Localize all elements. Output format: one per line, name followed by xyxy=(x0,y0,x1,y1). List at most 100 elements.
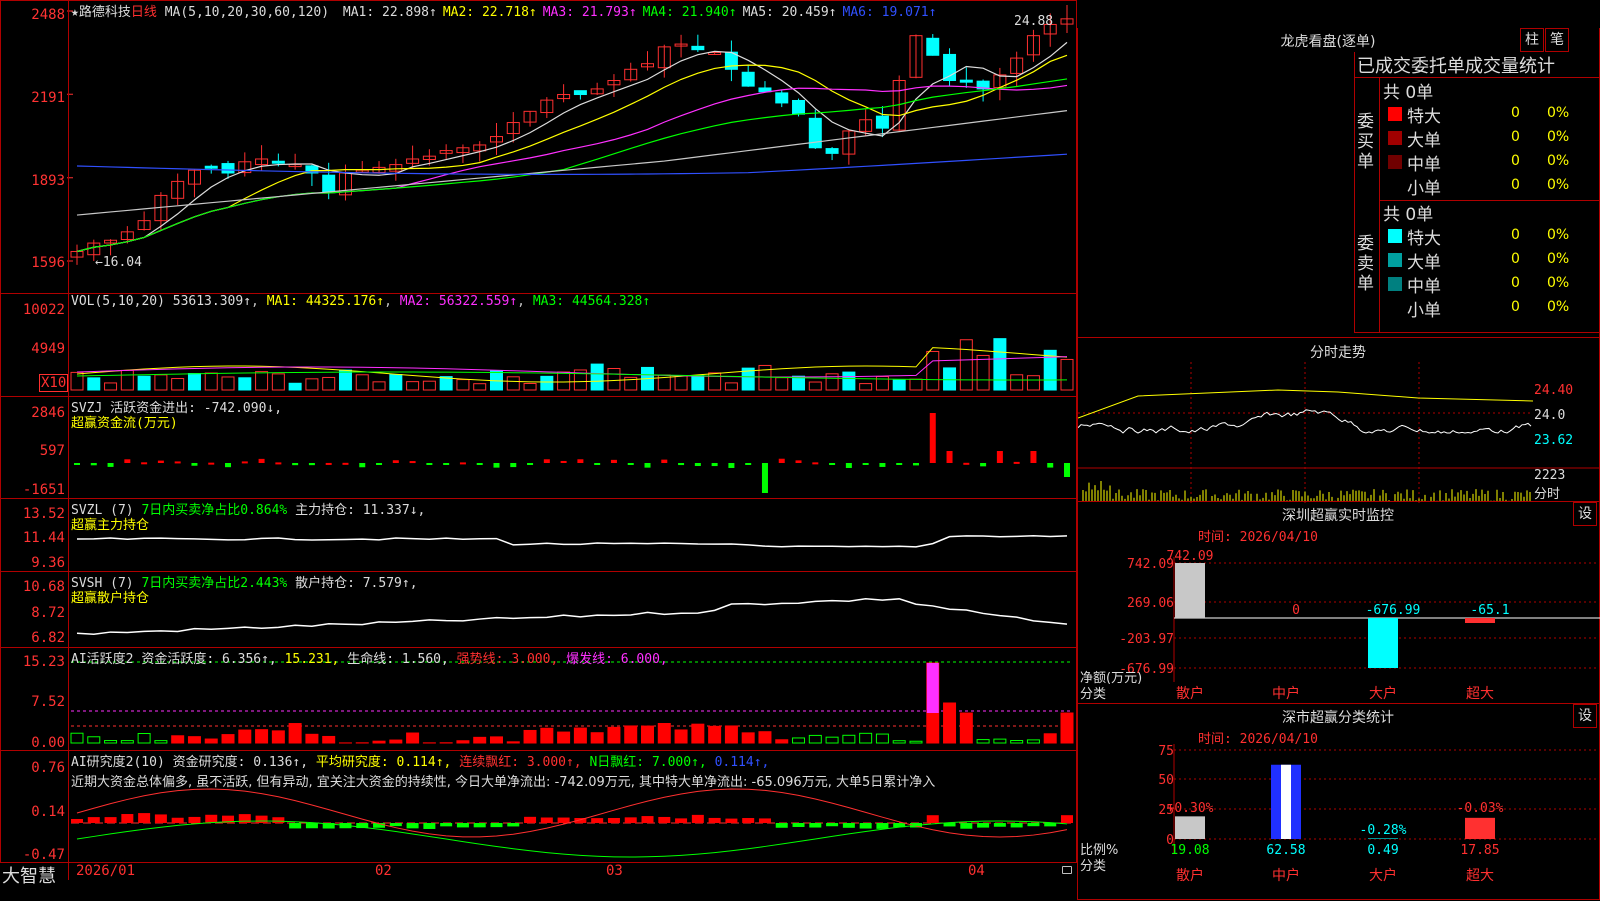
color-swatch xyxy=(1388,131,1402,145)
volume-bar xyxy=(155,375,167,390)
net-value: 0 xyxy=(1292,603,1300,618)
research-line xyxy=(77,789,1067,837)
activity-bar xyxy=(759,732,771,743)
intraday-price-label: 24.0 xyxy=(1534,408,1565,423)
vol-title: VOL(5,10,20) xyxy=(71,294,165,309)
flow-bar xyxy=(242,461,248,463)
research-bar xyxy=(524,817,536,823)
price-panel[interactable]: ★路德科技日线 MA(5,10,20,30,60,120) MA1: 22.89… xyxy=(0,0,1077,294)
flow-bar xyxy=(158,461,164,463)
intraday-panel[interactable]: 分时走势 24.40 24.0 23.62 2223 分时 xyxy=(1077,337,1600,502)
order-count: 0 xyxy=(1511,227,1520,243)
svzl-panel[interactable]: SVZL (7) 7日内买卖净占比0.864% 主力持仓: 11.337↓, 超… xyxy=(0,498,1077,572)
research-bar xyxy=(1027,823,1039,826)
activity-bar xyxy=(256,730,268,743)
flow-bar xyxy=(410,461,416,463)
favorite-star-icon[interactable]: ★ xyxy=(71,5,79,20)
order-row: 小单00% xyxy=(1381,174,1600,198)
ma-label-4: MA4: 21.940↑ xyxy=(643,5,737,20)
order-pct: 0% xyxy=(1547,177,1569,193)
color-swatch xyxy=(1388,107,1402,121)
intraday-chart[interactable] xyxy=(1078,338,1600,503)
flow-bar xyxy=(426,463,432,465)
volume-bar xyxy=(692,376,704,390)
order-row: 大单00% xyxy=(1381,248,1600,272)
candlestick-chart[interactable] xyxy=(1,1,1078,295)
sz-monitor-panel[interactable]: 深圳超赢实时监控 设 时间: 2026/04/10 742.09269.06-2… xyxy=(1077,501,1600,704)
ma-label-6: MA6: 19.071↑ xyxy=(843,5,937,20)
ratio-value: 62.58 xyxy=(1266,843,1305,858)
research-bar xyxy=(105,817,117,823)
research-bar xyxy=(71,819,83,823)
intraday-price-label: 24.40 xyxy=(1534,383,1573,398)
order-row: 特大00% xyxy=(1381,102,1600,126)
category-label: 中户 xyxy=(1272,685,1300,702)
activity-bar xyxy=(222,735,234,743)
volume-chart[interactable] xyxy=(1,294,1078,398)
order-pct: 0% xyxy=(1547,105,1569,121)
volume-bar xyxy=(407,382,419,390)
volume-bar xyxy=(507,377,519,390)
order-count: 0 xyxy=(1511,251,1520,267)
research-bar xyxy=(776,823,788,828)
low-price-label: ←16.04 xyxy=(95,255,142,270)
activity-bar xyxy=(390,740,402,743)
flow-bar xyxy=(124,459,130,463)
activity-bar xyxy=(709,726,721,743)
period-label[interactable]: 日线 xyxy=(131,5,157,20)
research-bar xyxy=(809,823,821,828)
activity-bar xyxy=(843,735,855,743)
order-stats-tabs[interactable]: 已成交委托单成交量统计 xyxy=(1357,52,1555,78)
activity-bar xyxy=(994,739,1006,743)
ai2-y-label: -0.47 xyxy=(3,847,65,863)
candle xyxy=(574,91,586,95)
order-pct: 0% xyxy=(1547,275,1569,291)
svzj-panel[interactable]: SVZJ 活跃资金进出: -742.090↓, 超赢资金流(万元) 2846 5… xyxy=(0,396,1077,499)
order-pct: 0% xyxy=(1547,153,1569,169)
flow-bar xyxy=(695,463,701,466)
research-bar xyxy=(658,817,670,823)
svsh-panel[interactable]: SVSH (7) 7日内买卖净占比2.443% 散户持仓: 7.579↑, 超赢… xyxy=(0,571,1077,648)
activity-bar xyxy=(558,732,570,743)
activity-bar xyxy=(944,703,956,743)
flow-bar xyxy=(460,462,466,464)
flow-bar xyxy=(796,460,802,463)
app-logo[interactable]: 大智慧 xyxy=(2,862,56,888)
flow-bar xyxy=(930,413,936,463)
svzl-y-label: 13.52 xyxy=(3,506,65,522)
column-view-button[interactable]: 柱 xyxy=(1520,28,1544,52)
ss-stats-panel[interactable]: 深市超赢分类统计 设 时间: 2026/04/10 7550250+0.30%1… xyxy=(1077,703,1600,900)
svsh-subtitle: 超赢散户持仓 xyxy=(71,587,149,606)
tick-view-button[interactable]: 笔 xyxy=(1545,28,1569,52)
research-bar xyxy=(742,818,754,823)
activity-bar xyxy=(574,728,586,743)
research-bar xyxy=(675,818,687,823)
activity-bar xyxy=(658,724,670,743)
volume-panel[interactable]: VOL(5,10,20) 53613.309↑, MA1: 44325.176↑… xyxy=(0,293,1077,397)
intraday-price-label: 23.62 xyxy=(1534,433,1573,448)
flow-bar xyxy=(191,463,197,466)
research-bar xyxy=(507,823,519,826)
ai-activity-panel[interactable]: AI活跃度2 资金活跃度: 6.356↑, 15.231, 生命线: 1.560… xyxy=(0,647,1077,751)
price-y-label: 1596 xyxy=(3,255,65,271)
volume-bar xyxy=(910,379,922,390)
ai-research-panel[interactable]: AI研究度2(10) 资金研究度: 0.136↑, 平均研究度: 0.114↑,… xyxy=(0,750,1077,863)
ai-activity-header: AI活跃度2 资金活跃度: 6.356↑, 15.231, 生命线: 1.560… xyxy=(71,648,668,667)
research-bar xyxy=(860,823,872,829)
volume-bar xyxy=(1061,359,1073,390)
order-count: 0 xyxy=(1511,177,1520,193)
activity-bar xyxy=(71,733,83,743)
research-bar xyxy=(625,817,637,823)
flow-bar xyxy=(863,463,869,465)
ai1-name: AI活跃度2 xyxy=(71,652,133,667)
activity-bar xyxy=(306,734,318,743)
research-bar xyxy=(440,823,452,826)
svsh-y-label: 8.72 xyxy=(3,605,65,621)
vol-ma2: MA2: 56322.559↑ xyxy=(400,294,517,309)
vol-value: 53613.309↑ xyxy=(173,294,251,309)
high-price-label: 24.88 xyxy=(1014,14,1053,29)
activity-bar xyxy=(188,737,200,743)
svzl-ratio: 7日内买卖净占比0.864% xyxy=(141,503,287,518)
lock-icon[interactable] xyxy=(1062,866,1072,874)
volume-bar xyxy=(927,351,939,390)
